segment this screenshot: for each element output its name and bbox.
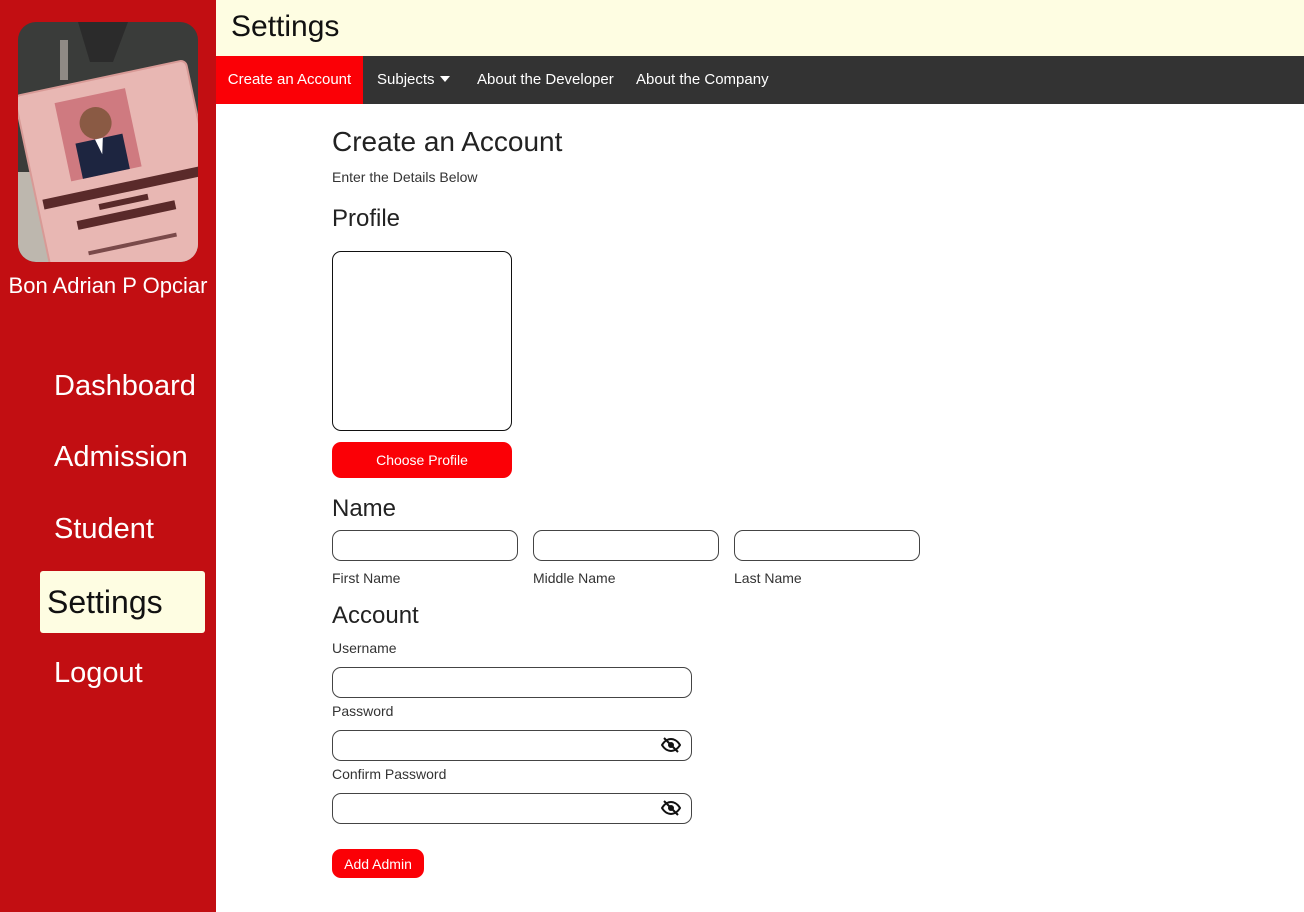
sidebar-item-dashboard[interactable]: Dashboard — [54, 369, 196, 403]
name-section-title: Name — [332, 495, 397, 522]
sidebar-item-student[interactable]: Student — [54, 512, 154, 546]
page-title: Settings — [231, 10, 340, 43]
id-card-photo — [18, 22, 198, 262]
tab-subjects[interactable]: Subjects — [377, 56, 450, 104]
profile-section-title: Profile — [332, 205, 401, 232]
tab-about-developer[interactable]: About the Developer — [477, 56, 614, 104]
tab-create-account[interactable]: Create an Account — [216, 56, 363, 104]
profile-image-preview — [332, 251, 512, 431]
middle-name-label: Middle Name — [533, 570, 616, 586]
last-name-input[interactable] — [734, 530, 920, 561]
password-label: Password — [332, 703, 394, 719]
user-name: Bon Adrian P Opciar — [8, 273, 208, 298]
eye-slash-icon[interactable] — [661, 800, 681, 816]
add-admin-button[interactable]: Add Admin — [332, 849, 424, 878]
sidebar: Bon Adrian P Opciar Dashboard Admission … — [0, 0, 216, 912]
last-name-label: Last Name — [734, 570, 802, 586]
username-input[interactable] — [332, 667, 692, 698]
eye-slash-icon[interactable] — [661, 737, 681, 753]
confirm-password-label: Confirm Password — [332, 766, 447, 782]
middle-name-input[interactable] — [533, 530, 719, 561]
password-input[interactable] — [332, 730, 692, 761]
tab-subjects-label: Subjects — [377, 71, 435, 88]
username-label: Username — [332, 640, 397, 656]
sidebar-item-admission[interactable]: Admission — [54, 440, 188, 474]
avatar — [18, 22, 198, 262]
sidebar-item-logout[interactable]: Logout — [54, 656, 143, 690]
first-name-input[interactable] — [332, 530, 518, 561]
confirm-password-input[interactable] — [332, 793, 692, 824]
choose-profile-button[interactable]: Choose Profile — [332, 442, 512, 478]
first-name-label: First Name — [332, 570, 401, 586]
caret-down-icon — [439, 76, 450, 83]
account-section-title: Account — [332, 602, 419, 629]
form-subtitle: Enter the Details Below — [332, 169, 478, 185]
top-navigation: Create an Account Subjects About the Dev… — [216, 56, 1304, 104]
tab-about-company[interactable]: About the Company — [636, 56, 769, 104]
sidebar-item-settings[interactable]: Settings — [40, 571, 205, 633]
page-header: Settings — [216, 0, 1304, 56]
form-title: Create an Account — [332, 126, 563, 157]
